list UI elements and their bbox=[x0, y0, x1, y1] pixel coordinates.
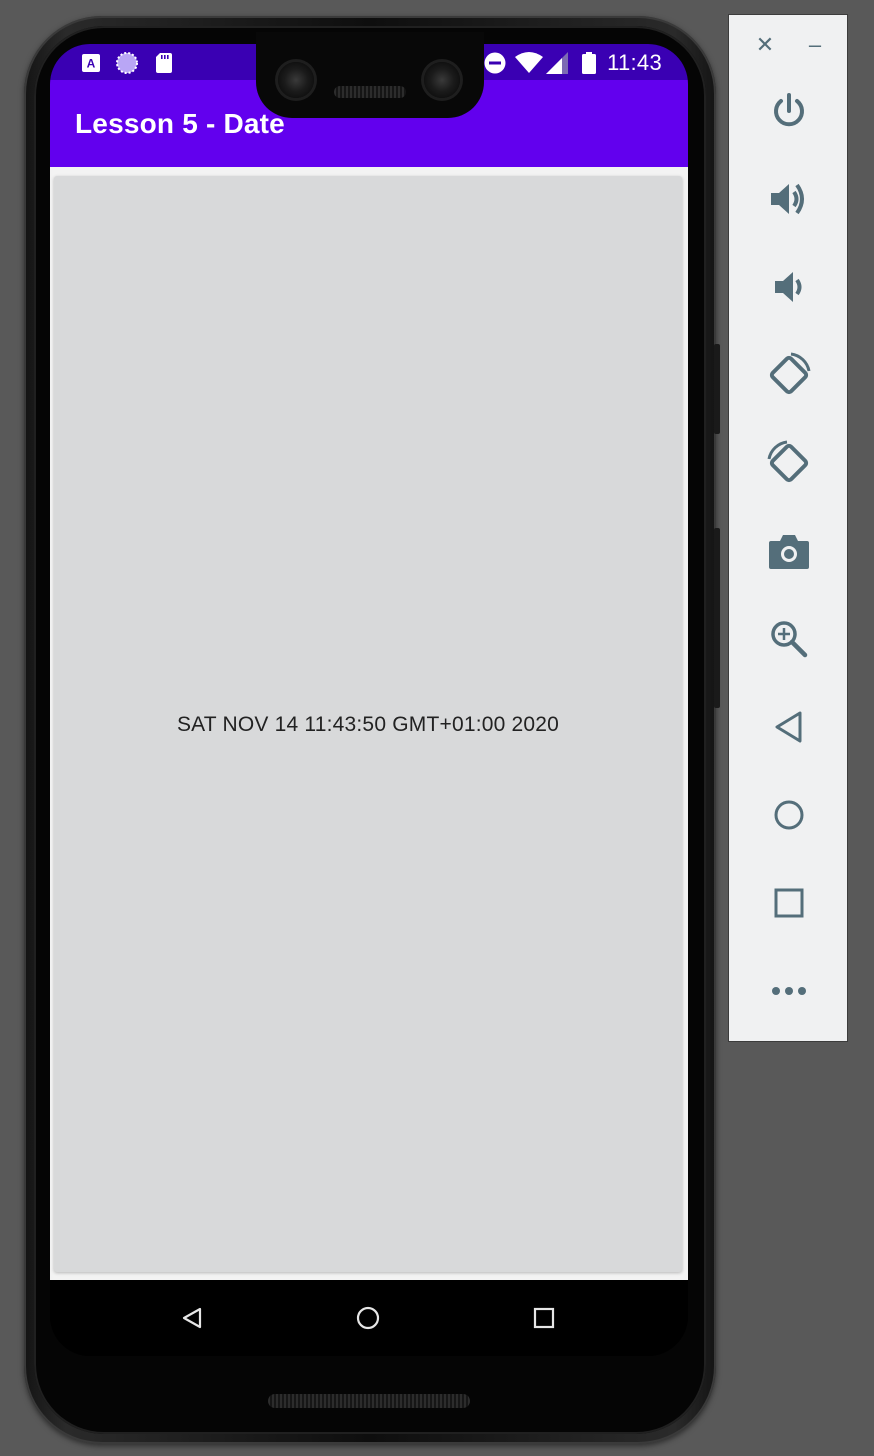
loading-circle-icon bbox=[116, 52, 138, 74]
phone-power-key bbox=[714, 344, 720, 434]
phone-volume-key bbox=[714, 528, 720, 708]
cell-signal-icon bbox=[546, 52, 568, 74]
back-icon[interactable] bbox=[763, 701, 815, 753]
main-content: SAT NOV 14 11:43:50 GMT+01:00 2020 bbox=[50, 167, 688, 1280]
status-clock: 11:43 bbox=[607, 50, 662, 75]
camera-icon[interactable] bbox=[763, 525, 815, 577]
volume-up-icon[interactable] bbox=[763, 173, 815, 225]
text-a-icon: A bbox=[82, 52, 100, 74]
home-icon[interactable] bbox=[763, 789, 815, 841]
volume-down-icon[interactable] bbox=[763, 261, 815, 313]
device-screen: A 11:43 Lesson 5 - Date SAT NOV 14 11:43… bbox=[50, 44, 688, 1356]
date-label: SAT NOV 14 11:43:50 GMT+01:00 2020 bbox=[176, 713, 560, 736]
home-icon[interactable] bbox=[348, 1298, 388, 1338]
more-icon[interactable] bbox=[763, 965, 815, 1017]
close-icon[interactable]: ✕ bbox=[753, 32, 777, 57]
front-camera-left bbox=[278, 62, 314, 98]
rotate-right-icon[interactable] bbox=[763, 437, 815, 489]
earpiece-speaker bbox=[334, 86, 406, 98]
date-card: SAT NOV 14 11:43:50 GMT+01:00 2020 bbox=[54, 176, 682, 1272]
front-camera-right bbox=[424, 62, 460, 98]
app-title: Lesson 5 - Date bbox=[75, 108, 285, 139]
svg-text:A: A bbox=[87, 57, 96, 71]
recents-icon[interactable] bbox=[524, 1298, 564, 1338]
zoom-icon[interactable] bbox=[763, 613, 815, 665]
emulator-toolbar: ✕ – bbox=[728, 14, 848, 1042]
minimize-icon[interactable]: – bbox=[803, 32, 827, 57]
navigation-bar bbox=[50, 1280, 688, 1356]
power-icon[interactable] bbox=[763, 85, 815, 137]
rotate-left-icon[interactable] bbox=[763, 349, 815, 401]
do-not-disturb-icon bbox=[484, 52, 506, 74]
sd-card-icon bbox=[156, 52, 172, 74]
display-notch bbox=[256, 32, 484, 118]
bottom-speaker bbox=[268, 1394, 470, 1408]
wifi-icon bbox=[515, 52, 543, 74]
overview-icon[interactable] bbox=[763, 877, 815, 929]
back-icon[interactable] bbox=[172, 1298, 212, 1338]
battery-icon bbox=[582, 52, 596, 74]
